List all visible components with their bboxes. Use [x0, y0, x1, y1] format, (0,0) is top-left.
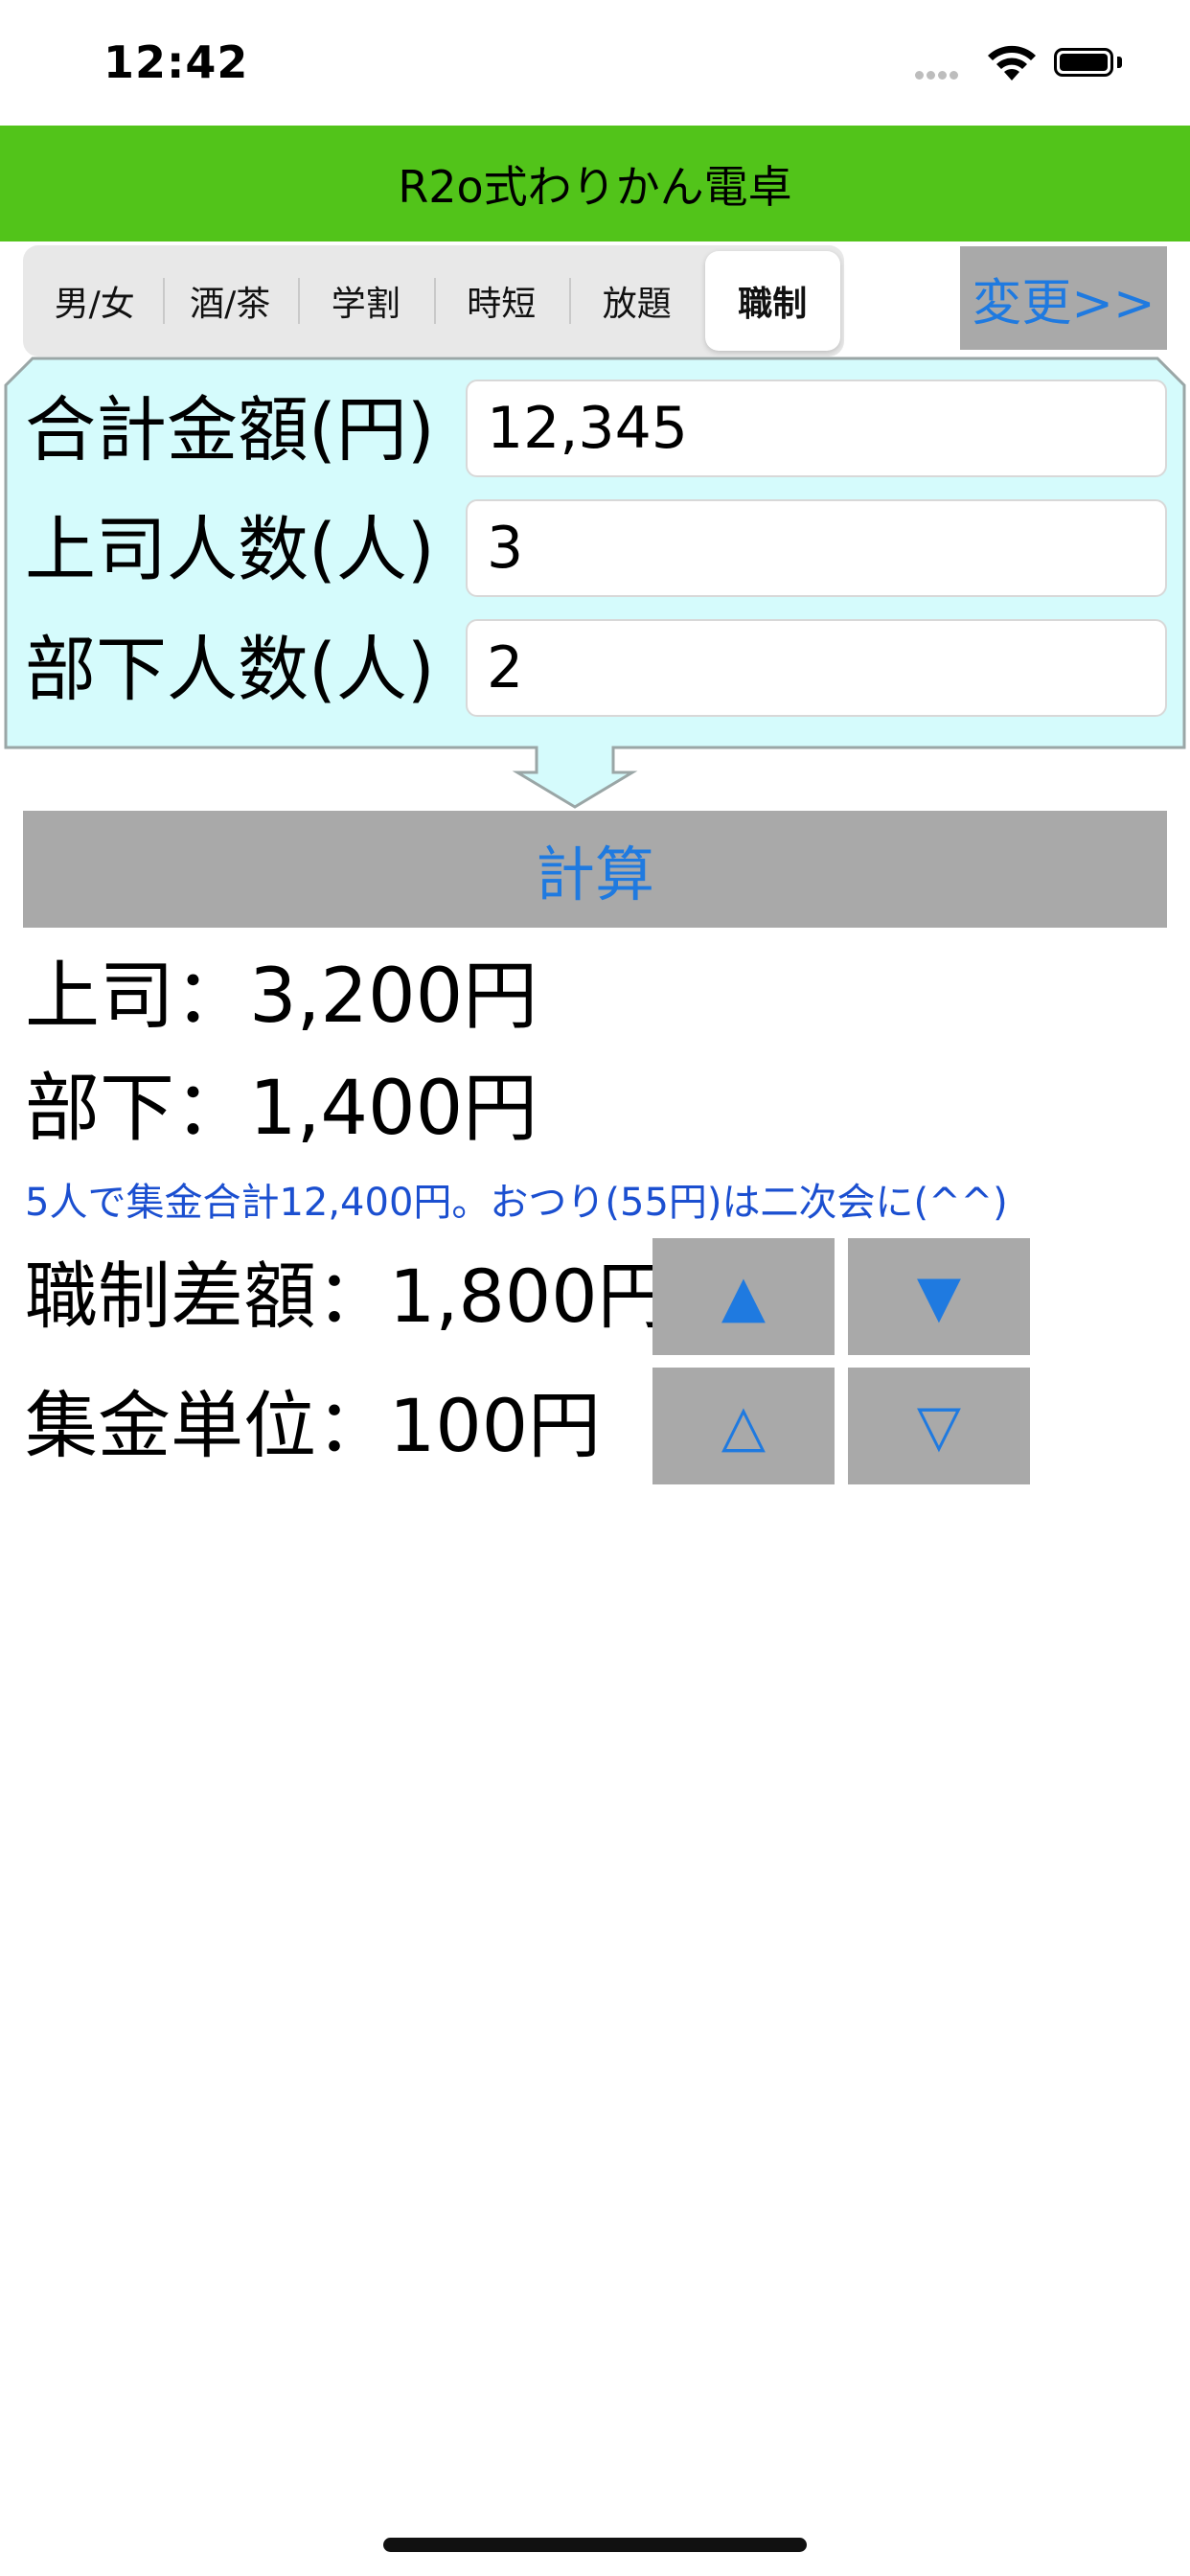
difference-up-button[interactable]: ▲ [652, 1238, 835, 1355]
summary-note: 5人で集金合計12,400円。おつり(55円)は二次会に(^^) [25, 1181, 1008, 1225]
change-button[interactable]: 変更>> [960, 246, 1167, 350]
status-time: 12:42 [103, 36, 249, 88]
difference-down-button[interactable]: ▼ [848, 1238, 1030, 1355]
segment-shorttime[interactable]: 時短 [433, 251, 570, 351]
segment-gender[interactable]: 男/女 [27, 251, 163, 351]
total-amount-label: 合計金額(円) [25, 389, 435, 472]
triangle-up-outline-icon: △ [721, 1392, 767, 1460]
boss-result: 上司：3,200円 [25, 954, 538, 1040]
mode-segmented-control: 男/女 酒/茶 学割 時短 放題 職制 [23, 245, 844, 356]
calculate-button[interactable]: 計算 [23, 811, 1167, 928]
cellular-signal-icon [915, 65, 961, 83]
subordinate-count-input[interactable]: 2 [466, 619, 1167, 717]
triangle-down-filled-icon: ▼ [916, 1263, 962, 1330]
boss-count-label: 上司人数(人) [25, 509, 435, 591]
total-amount-input[interactable]: 12,345 [466, 380, 1167, 477]
boss-count-input[interactable]: 3 [466, 499, 1167, 597]
home-indicator[interactable] [383, 2538, 807, 2552]
triangle-up-filled-icon: ▲ [721, 1263, 767, 1330]
battery-icon [1054, 48, 1113, 77]
app-title: R2o式わりかん電卓 [398, 160, 792, 213]
segment-position[interactable]: 職制 [704, 251, 840, 351]
position-difference-label: 職制差額：1,800円 [25, 1254, 671, 1339]
app-header: R2o式わりかん電卓 [0, 126, 1190, 242]
triangle-down-outline-icon: ▽ [916, 1392, 962, 1460]
segment-student[interactable]: 学割 [298, 251, 434, 351]
wifi-icon [988, 45, 1036, 80]
collection-unit-label: 集金単位：100円 [25, 1383, 602, 1468]
battery-tip [1117, 57, 1122, 68]
unit-up-button[interactable]: △ [652, 1368, 835, 1484]
unit-down-button[interactable]: ▽ [848, 1368, 1030, 1484]
segment-allyoucan[interactable]: 放題 [569, 251, 705, 351]
subordinate-count-label: 部下人数(人) [25, 629, 435, 711]
segment-drink[interactable]: 酒/茶 [162, 251, 299, 351]
subordinate-result: 部下：1,400円 [25, 1066, 538, 1152]
